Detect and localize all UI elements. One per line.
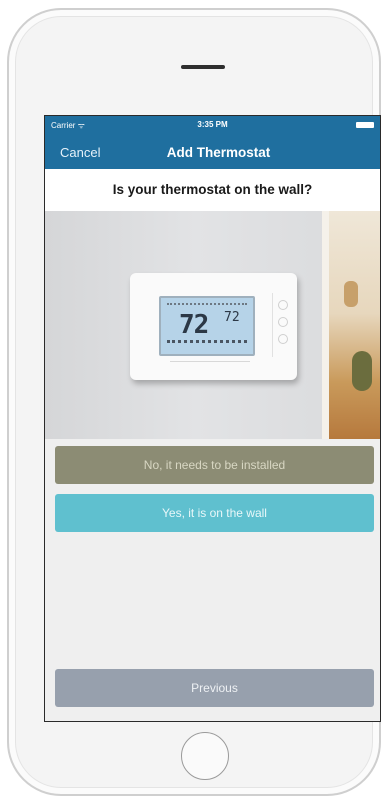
previous-button[interactable]: Previous — [55, 669, 374, 707]
thermostat-down-button — [278, 334, 288, 344]
lamp-shape — [344, 281, 358, 307]
on-the-wall-button[interactable]: Yes, it is on the wall — [55, 494, 374, 532]
thermostat-mode-button — [278, 317, 288, 327]
thermostat-photo: 72 72 — [45, 211, 380, 439]
question-heading: Is your thermostat on the wall? — [45, 169, 380, 211]
battery-icon — [356, 122, 374, 128]
thermostat-setpoint: 72 — [224, 310, 240, 325]
thermostat-buttons — [272, 293, 289, 357]
app-screen: Carrier ᯤ 3:35 PM Cancel Add Thermostat … — [44, 115, 381, 722]
lcd-top-indicators — [167, 303, 247, 307]
speaker-grille — [181, 65, 225, 69]
thermostat-device: 72 72 — [130, 273, 297, 380]
plant-shape — [352, 351, 372, 391]
home-button[interactable] — [181, 732, 229, 780]
thermostat-bottom-buttons — [170, 361, 250, 368]
doorway-background — [322, 211, 380, 439]
page-title: Add Thermostat — [166, 145, 271, 160]
thermostat-temperature: 72 — [179, 310, 209, 340]
status-time: 3:35 PM — [197, 120, 228, 129]
thermostat-lcd: 72 72 — [159, 296, 255, 356]
lcd-bottom-indicators — [167, 340, 247, 349]
needs-installation-button[interactable]: No, it needs to be installed — [55, 446, 374, 484]
phone-frame: Carrier ᯤ 3:35 PM Cancel Add Thermostat … — [7, 8, 381, 796]
thermostat-up-button — [278, 300, 288, 310]
navigation-bar: Cancel Add Thermostat — [45, 134, 380, 169]
status-bar: Carrier ᯤ 3:35 PM — [45, 116, 380, 134]
